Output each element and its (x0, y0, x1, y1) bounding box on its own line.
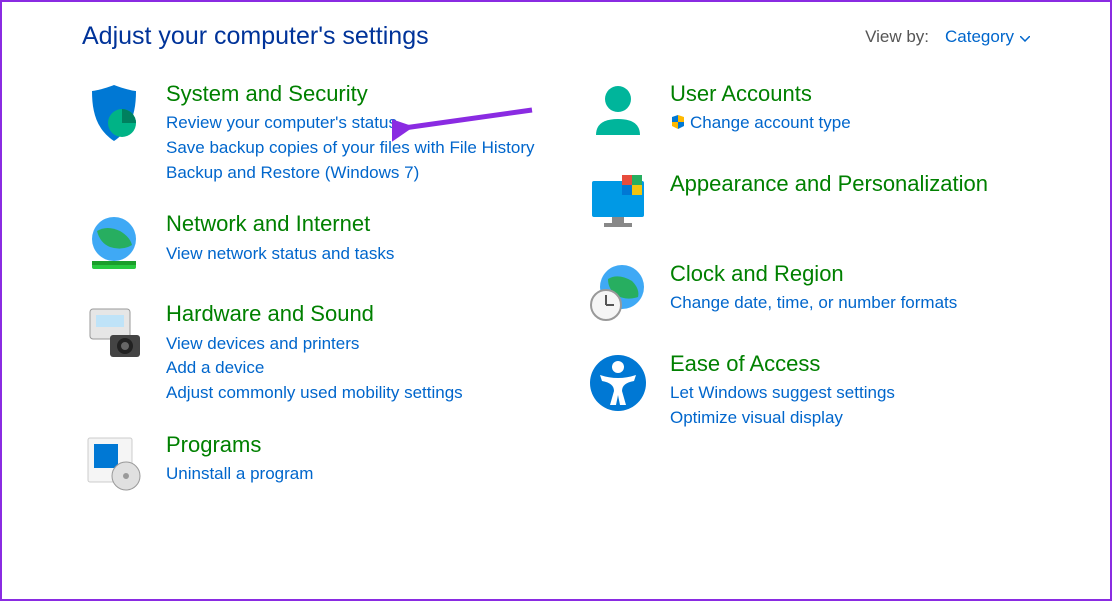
category-user-accounts: User Accounts Change account type (586, 81, 1050, 145)
page-title: Adjust your computer's settings (82, 22, 429, 51)
monitor-icon (586, 171, 650, 235)
shield-icon (82, 81, 146, 145)
category-link-text: Change account type (690, 113, 851, 132)
printer-camera-icon (82, 301, 146, 365)
category-link[interactable]: Backup and Restore (Windows 7) (166, 161, 546, 186)
category-network-and-internet: Network and Internet View network status… (82, 211, 546, 275)
category-title[interactable]: Programs (166, 432, 546, 458)
category-title[interactable]: System and Security (166, 81, 546, 107)
category-link[interactable]: View devices and printers (166, 332, 546, 357)
category-link[interactable]: Uninstall a program (166, 462, 546, 487)
category-programs: Programs Uninstall a program (82, 432, 546, 496)
header: Adjust your computer's settings View by:… (2, 2, 1110, 61)
category-system-and-security: System and Security Review your computer… (82, 81, 546, 185)
category-title[interactable]: Hardware and Sound (166, 301, 546, 327)
category-link[interactable]: Let Windows suggest settings (670, 381, 1050, 406)
category-link[interactable]: Change account type (670, 111, 1050, 138)
category-title[interactable]: Network and Internet (166, 211, 546, 237)
category-ease-of-access: Ease of Access Let Windows suggest setti… (586, 351, 1050, 431)
category-link[interactable]: Add a device (166, 356, 546, 381)
category-link[interactable]: View network status and tasks (166, 242, 546, 267)
category-appearance-and-personalization: Appearance and Personalization (586, 171, 1050, 235)
viewby-dropdown[interactable]: Category (945, 27, 1030, 47)
category-link[interactable]: Adjust commonly used mobility settings (166, 381, 546, 406)
programs-icon (82, 432, 146, 496)
categories-grid: System and Security Review your computer… (2, 61, 1110, 496)
category-title[interactable]: Appearance and Personalization (670, 171, 1050, 197)
category-link[interactable]: Change date, time, or number formats (670, 291, 1050, 316)
viewby: View by: Category (865, 27, 1030, 47)
category-title[interactable]: Ease of Access (670, 351, 1050, 377)
user-icon (586, 81, 650, 145)
category-link[interactable]: Save backup copies of your files with Fi… (166, 136, 546, 161)
right-column: User Accounts Change account type (586, 81, 1050, 496)
accessibility-icon (586, 351, 650, 415)
left-column: System and Security Review your computer… (82, 81, 546, 496)
category-title[interactable]: Clock and Region (670, 261, 1050, 287)
chevron-down-icon (1020, 27, 1030, 47)
uac-shield-icon (670, 113, 686, 138)
globe-icon (82, 211, 146, 275)
viewby-label: View by: (865, 27, 929, 47)
viewby-value-text: Category (945, 27, 1014, 47)
category-link[interactable]: Optimize visual display (670, 406, 1050, 431)
category-link[interactable]: Review your computer's status (166, 111, 546, 136)
clock-globe-icon (586, 261, 650, 325)
category-clock-and-region: Clock and Region Change date, time, or n… (586, 261, 1050, 325)
category-title[interactable]: User Accounts (670, 81, 1050, 107)
category-hardware-and-sound: Hardware and Sound View devices and prin… (82, 301, 546, 405)
